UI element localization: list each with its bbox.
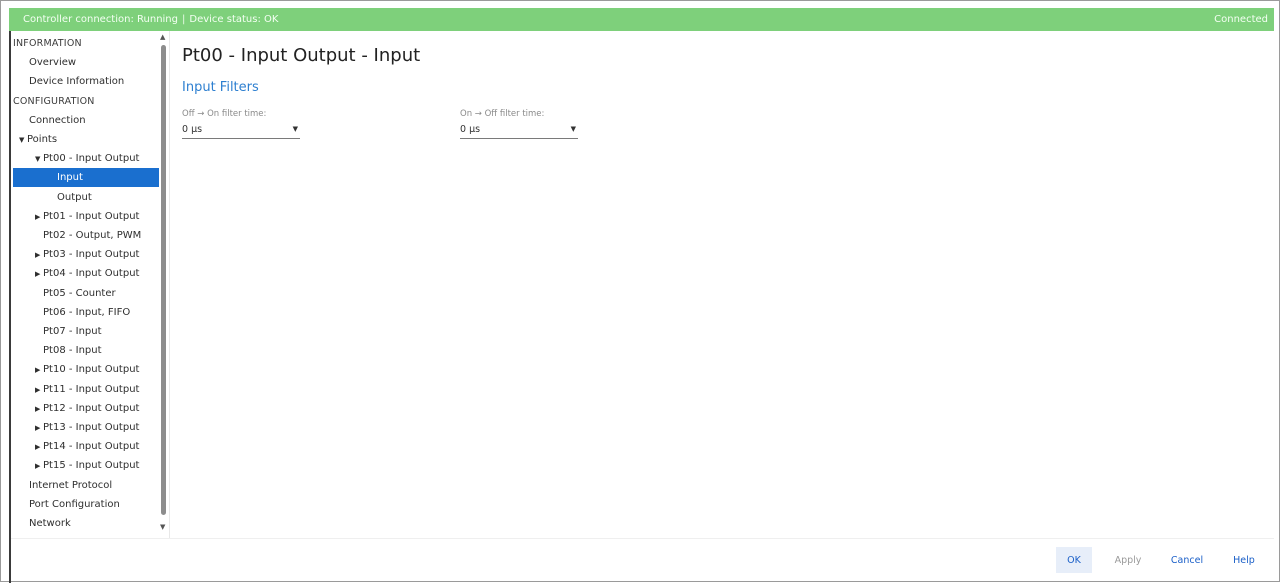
sidebar-item-label: Output	[57, 191, 92, 203]
sidebar-item-pt05-counter[interactable]: Pt05 - Counter	[13, 284, 159, 303]
sidebar-scrollbar[interactable]: ▲ ▼	[159, 31, 169, 538]
sidebar-item-device-information[interactable]: Device Information	[13, 72, 159, 91]
off-on-filter-label: Off → On filter time:	[182, 109, 267, 119]
chevron-down-icon: ▼	[570, 125, 576, 133]
sidebar-item-pt02-output-pwm[interactable]: Pt02 - Output, PWM	[13, 226, 159, 245]
sidebar-item-label: Pt14 - Input Output	[43, 441, 140, 453]
triangle-down-icon[interactable]: ▼	[19, 131, 27, 150]
on-off-filter-label: On → Off filter time:	[460, 109, 545, 119]
triangle-right-icon[interactable]: ▶	[35, 419, 43, 438]
sidebar-item-input[interactable]: Input	[13, 168, 159, 188]
sidebar-item-overview[interactable]: Overview	[13, 53, 159, 72]
sidebar-section-configuration: CONFIGURATION	[13, 92, 159, 111]
sidebar-item-label: CONFIGURATION	[13, 95, 95, 107]
sidebar-item-points[interactable]: ▼ Points	[13, 130, 159, 149]
sidebar-item-pt00-input-output[interactable]: ▼ Pt00 - Input Output	[13, 149, 159, 168]
sidebar-item-label: Pt12 - Input Output	[43, 402, 140, 414]
sidebar-item-label: Pt07 - Input	[43, 326, 102, 337]
sidebar-item-label: Pt10 - Input Output	[43, 364, 140, 376]
off-on-filter-value: 0 µs	[182, 124, 203, 135]
scroll-down-icon[interactable]: ▼	[160, 523, 165, 531]
sidebar-item-label: Pt02 - Output, PWM	[43, 230, 142, 241]
apply-button[interactable]: Apply	[1107, 547, 1149, 573]
triangle-right-icon[interactable]: ▶	[35, 246, 43, 265]
on-off-filter-value: 0 µs	[460, 124, 481, 135]
sidebar-item-pt10-input-output[interactable]: ▶ Pt10 - Input Output	[13, 360, 159, 379]
sidebar-item-port-configuration[interactable]: Port Configuration	[13, 495, 159, 514]
application-window: Controller connection: Running | Device …	[0, 0, 1280, 583]
sidebar-item-pt11-input-output[interactable]: ▶ Pt11 - Input Output	[13, 380, 159, 399]
connection-state: Connected	[1214, 14, 1268, 25]
sidebar-item-label: Overview	[29, 57, 77, 69]
sidebar-item-label: Internet Protocol	[29, 479, 113, 491]
sidebar-item-connection[interactable]: Connection	[13, 111, 159, 130]
controller-connection-status: Controller connection: Running	[23, 14, 178, 25]
triangle-right-icon[interactable]: ▶	[35, 361, 43, 380]
window-left-edge	[9, 31, 11, 583]
sidebar-item-label: Points	[27, 134, 58, 145]
sidebar-item-label: INFORMATION	[13, 38, 82, 49]
off-on-filter-select[interactable]: 0 µs ▼	[182, 120, 300, 139]
sidebar-item-pt15-input-output[interactable]: ▶ Pt15 - Input Output	[13, 456, 159, 475]
sidebar-item-internet-protocol[interactable]: Internet Protocol	[13, 476, 159, 495]
help-button[interactable]: Help	[1227, 547, 1261, 573]
sidebar-item-pt14-input-output[interactable]: ▶ Pt14 - Input Output	[13, 437, 159, 456]
sidebar-item-pt04-input-output[interactable]: ▶ Pt04 - Input Output	[13, 264, 159, 283]
scroll-thumb[interactable]	[161, 45, 166, 515]
sidebar-item-label: Pt03 - Input Output	[43, 249, 140, 261]
sidebar-item-label: Port Configuration	[29, 498, 120, 510]
triangle-right-icon[interactable]: ▶	[35, 381, 43, 400]
sidebar-item-pt13-input-output[interactable]: ▶ Pt13 - Input Output	[13, 418, 159, 437]
sidebar-item-label: Pt06 - Input, FIFO	[43, 306, 131, 318]
triangle-down-icon[interactable]: ▼	[35, 150, 43, 169]
sidebar-item-pt03-input-output[interactable]: ▶ Pt03 - Input Output	[13, 245, 159, 264]
sidebar-item-label: Network	[29, 518, 71, 529]
sidebar-item-pt01-input-output[interactable]: ▶ Pt01 - Input Output	[13, 207, 159, 226]
triangle-right-icon[interactable]: ▶	[35, 265, 43, 284]
sidebar-item-pt07-input[interactable]: Pt07 - Input	[13, 322, 159, 341]
on-off-filter-select[interactable]: 0 µs ▼	[460, 120, 578, 139]
sidebar-item-label: Pt08 - Input	[43, 345, 102, 357]
sidebar-item-output[interactable]: Output	[13, 188, 159, 207]
ok-button[interactable]: OK	[1056, 547, 1092, 573]
footer-divider	[11, 538, 1274, 539]
sidebar-item-label: Input	[57, 172, 83, 184]
sidebar-divider	[169, 31, 170, 538]
sidebar-section-information: INFORMATION	[13, 34, 159, 53]
sidebar-item-label: Pt04 - Input Output	[43, 268, 140, 280]
section-title-input-filters: Input Filters	[182, 80, 259, 95]
sidebar-item-pt08-input[interactable]: Pt08 - Input	[13, 341, 159, 360]
status-bar: Controller connection: Running | Device …	[9, 8, 1274, 31]
triangle-right-icon[interactable]: ▶	[35, 457, 43, 476]
sidebar-item-pt06-input-fifo[interactable]: Pt06 - Input, FIFO	[13, 303, 159, 322]
sidebar-item-label: Pt05 - Counter	[43, 287, 116, 299]
cancel-button[interactable]: Cancel	[1166, 547, 1208, 573]
triangle-right-icon[interactable]: ▶	[35, 438, 43, 457]
page-title: Pt00 - Input Output - Input	[182, 45, 421, 66]
triangle-right-icon[interactable]: ▶	[35, 400, 43, 419]
sidebar-item-label: Pt01 - Input Output	[43, 210, 140, 222]
sidebar-item-label: Device Information	[29, 76, 125, 88]
sidebar-item-label: Pt15 - Input Output	[43, 460, 140, 472]
device-status: Device status: OK	[189, 14, 279, 25]
triangle-right-icon[interactable]: ▶	[35, 208, 43, 227]
navigation-sidebar: INFORMATION Overview Device Information CON…	[13, 31, 159, 538]
sidebar-item-pt12-input-output[interactable]: ▶ Pt12 - Input Output	[13, 399, 159, 418]
sidebar-item-label: Pt13 - Input Output	[43, 422, 140, 433]
sidebar-item-label: Connection	[29, 114, 86, 126]
status-separator: |	[182, 14, 186, 25]
scroll-up-icon[interactable]: ▲	[160, 33, 165, 41]
sidebar-item-network[interactable]: Network	[13, 514, 159, 533]
sidebar-item-label: Pt00 - Input Output	[43, 153, 140, 165]
sidebar-item-label: Pt11 - Input Output	[43, 383, 140, 395]
chevron-down-icon: ▼	[292, 125, 298, 133]
